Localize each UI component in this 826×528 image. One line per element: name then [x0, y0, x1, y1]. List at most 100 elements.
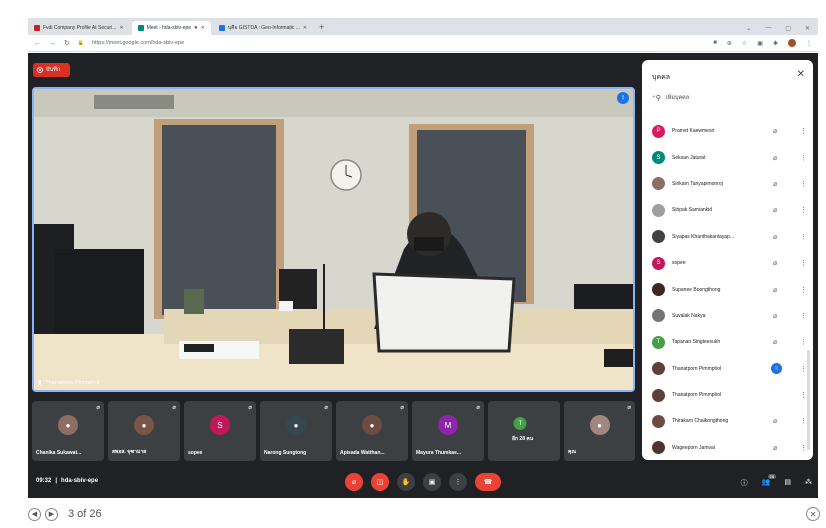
- participant-tile[interactable]: ● ⌀ Narong Sungtong: [260, 401, 332, 461]
- star-icon[interactable]: ☆: [742, 40, 747, 47]
- extensions-icon[interactable]: ▣: [757, 40, 763, 47]
- person-name: Thanatporn Pimmphol: [672, 365, 722, 372]
- kebab-menu-icon[interactable]: ⋮: [800, 391, 807, 399]
- mic-off-icon: ⌀: [773, 339, 778, 347]
- kebab-menu-icon[interactable]: ⋮: [800, 312, 807, 320]
- kebab-menu-icon[interactable]: ⋮: [800, 259, 807, 267]
- person-photo-avatar: [652, 177, 665, 191]
- more-options-button[interactable]: ⋮: [449, 473, 467, 491]
- people-icon[interactable]: 👥 26: [762, 474, 777, 488]
- kebab-menu-icon[interactable]: ⋮: [800, 206, 807, 214]
- list-item[interactable]: Sirikarn Tanyapimonroj ⌀ ⋮: [642, 171, 813, 197]
- mic-off-icon: ⌀: [96, 405, 100, 411]
- kebab-menu-icon[interactable]: ⋮: [800, 233, 807, 241]
- list-item[interactable]: Supanee Boongthong ⌀ ⋮: [642, 276, 813, 302]
- mic-off-icon: ⌀: [324, 405, 328, 411]
- list-item[interactable]: Siyapas Khanthakanlayap... ⌀ ⋮: [642, 224, 813, 250]
- mic-toggle-button[interactable]: ⌀: [345, 473, 363, 491]
- speaking-indicator-icon: ⦙⦙: [771, 363, 782, 375]
- forward-arrow-icon[interactable]: →: [49, 40, 56, 47]
- raise-hand-button[interactable]: ✋: [397, 473, 415, 491]
- kebab-menu-icon[interactable]: ⋮: [800, 154, 807, 162]
- list-item[interactable]: Suvalak Nakya ⌀ ⋮: [642, 303, 813, 329]
- participant-tile[interactable]: ● ⌀ Apisada Watthan...: [336, 401, 408, 461]
- page-info: 3 of 26: [68, 508, 102, 520]
- kebab-menu-icon: ⋮: [454, 479, 462, 486]
- participant-name: Apisada Watthan...: [340, 450, 385, 456]
- leave-call-button[interactable]: ☎: [475, 473, 501, 491]
- meeting-code: hda-sbiv-epe: [61, 478, 99, 484]
- kebab-menu-icon[interactable]: ⋮: [800, 127, 807, 135]
- url-field[interactable]: https://meet.google.com/hda-sbiv-epe: [92, 40, 184, 46]
- close-viewer-icon[interactable]: ✕: [806, 507, 820, 521]
- next-arrow-icon[interactable]: ▶: [45, 507, 58, 521]
- kebab-menu-icon[interactable]: ⋮: [806, 40, 812, 47]
- browser-tab-2[interactable]: บุคือ GISTDA : Geo-Informatic ... ✕: [213, 21, 313, 35]
- person-name: Sirikarn Tanyapimonroj: [672, 180, 723, 187]
- record-icon: [37, 67, 43, 73]
- close-window-icon[interactable]: ✕: [805, 25, 810, 32]
- camera-off-icon: ◫: [376, 479, 384, 486]
- share-icon[interactable]: ⊕: [727, 40, 732, 47]
- main-video[interactable]: ⦙⦙ ▮ Thanatporn Pimmphol: [32, 87, 635, 392]
- profile-avatar[interactable]: [788, 39, 796, 47]
- mic-off-icon: ⌀: [400, 405, 404, 411]
- separator: |: [55, 478, 58, 484]
- chevron-down-icon[interactable]: ⌄: [746, 25, 751, 32]
- participant-name: sopee: [188, 450, 203, 456]
- list-item[interactable]: S Seksan Jaturat ⌀ ⋮: [642, 144, 813, 170]
- add-person-icon: ⁺⚲: [652, 95, 661, 102]
- main-speaker-name: Thanatporn Pimmphol: [45, 379, 100, 386]
- close-tab-icon[interactable]: ✕: [119, 25, 123, 31]
- participant-tile[interactable]: S ⌀ sopee: [184, 401, 256, 461]
- record-button[interactable]: บันทึก: [33, 63, 70, 77]
- mic-off-icon: ⌀: [773, 207, 778, 215]
- list-item[interactable]: Thanatporn Pimmphol ⋮: [642, 382, 813, 408]
- back-arrow-icon[interactable]: ←: [34, 40, 41, 47]
- activities-icon[interactable]: ⁂: [805, 478, 812, 488]
- chat-icon[interactable]: ▤: [784, 478, 791, 488]
- list-item[interactable]: Thanatporn Pimmphol ⦙⦙ ⋮: [642, 356, 813, 382]
- reload-icon[interactable]: ↻: [64, 39, 70, 47]
- panel-scrollbar[interactable]: [807, 350, 810, 450]
- previous-arrow-icon[interactable]: ◀: [28, 507, 41, 521]
- browser-tab-0[interactable]: Fvdi Company Profile At Securi... ✕: [28, 21, 130, 35]
- kebab-menu-icon[interactable]: ⋮: [800, 417, 807, 425]
- close-tab-icon[interactable]: ✕: [201, 25, 205, 31]
- list-item[interactable]: Siripak Samiankid ⌀ ⋮: [642, 197, 813, 223]
- participant-tile[interactable]: ● ⌀ สพอส. จุฑามาส: [108, 401, 180, 461]
- list-item[interactable]: P Pramet Kaewmesri ⌀ ⋮: [642, 118, 813, 144]
- kebab-menu-icon[interactable]: ⋮: [800, 444, 807, 452]
- browser-tab-1[interactable]: Meet - hda-sbiv-epe ● ✕: [131, 21, 211, 35]
- camera-icon[interactable]: ■: [713, 40, 717, 46]
- list-item[interactable]: Thirakarn Chaikongthong ⌀ ⋮: [642, 408, 813, 434]
- maximize-icon[interactable]: ▢: [785, 25, 791, 32]
- participant-tile[interactable]: M ⌀ Mayura Thumkae...: [412, 401, 484, 461]
- tab-title: Fvdi Company Profile At Securi...: [43, 25, 117, 31]
- close-tab-icon[interactable]: ✕: [303, 25, 307, 31]
- puzzle-icon[interactable]: ✱: [773, 40, 778, 47]
- participant-photo-avatar: ●: [58, 415, 78, 435]
- hand-icon: ✋: [401, 479, 411, 486]
- list-item[interactable]: T Tapanan Singteesukh ⌀ ⋮: [642, 329, 813, 355]
- kebab-menu-icon[interactable]: ⋮: [800, 286, 807, 294]
- new-tab-button[interactable]: +: [315, 21, 328, 35]
- person-photo-avatar: [652, 230, 665, 244]
- list-item[interactable]: Ssopee ⌀ ⋮: [642, 250, 813, 276]
- participant-tile[interactable]: ● ⌀ Chanika Sukawat...: [32, 401, 104, 461]
- info-icon[interactable]: ⓘ: [741, 478, 748, 488]
- add-people-button[interactable]: ⁺⚲ เพิ่มบุคคล: [652, 94, 689, 102]
- person-avatar: S: [652, 256, 665, 270]
- present-button[interactable]: ▣: [423, 473, 441, 491]
- more-participants-tile[interactable]: T อีก 28 คน: [488, 401, 560, 461]
- kebab-menu-icon[interactable]: ⋮: [800, 365, 807, 373]
- camera-toggle-button[interactable]: ◫: [371, 473, 389, 491]
- minimize-icon[interactable]: —: [765, 25, 771, 31]
- close-icon[interactable]: ✕: [797, 69, 805, 80]
- list-item[interactable]: Wageeporn Jamvai ⌀ ⋮: [642, 435, 813, 460]
- kebab-menu-icon[interactable]: ⋮: [800, 338, 807, 346]
- person-name: Siripak Samiankid: [672, 207, 713, 214]
- kebab-menu-icon[interactable]: ⋮: [800, 180, 807, 188]
- participant-tile[interactable]: ● ⌀ คุณ: [564, 401, 635, 461]
- meeting-details: 09:32 | hda-sbiv-epe: [36, 478, 98, 484]
